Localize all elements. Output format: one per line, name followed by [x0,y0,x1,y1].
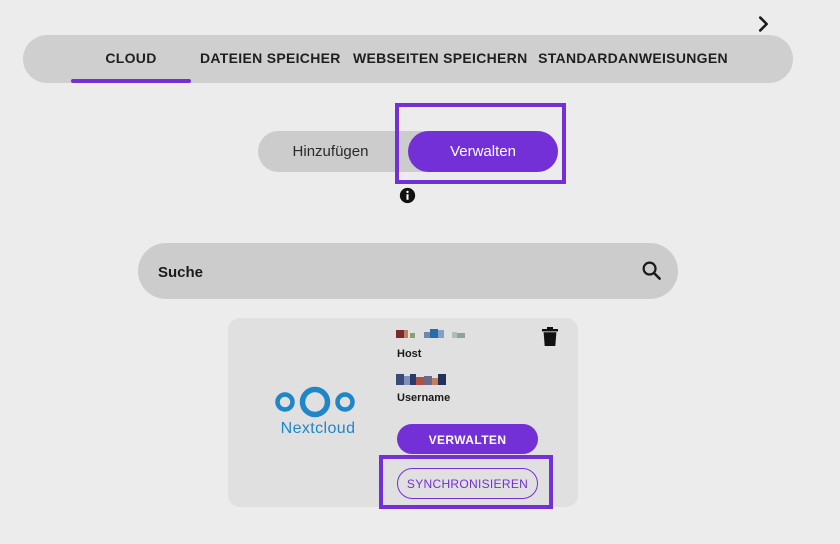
username-label: Username [397,392,451,404]
add-button[interactable]: Hinzufügen [258,131,403,172]
info-icon[interactable] [399,187,416,204]
trash-icon[interactable] [542,327,558,346]
tab-standardanweisungen[interactable]: STANDARDANWEISUNGEN [538,35,728,83]
sync-button[interactable]: SYNCHRONISIEREN [397,468,538,499]
search-bar [138,243,678,301]
nextcloud-logo-text: Nextcloud [280,420,356,437]
tab-bar: CLOUD DATEIEN SPEICHER WEBSEITEN SPEICHE… [23,35,793,83]
manage-account-button[interactable]: VERWALTEN [397,424,538,454]
tab-cloud[interactable]: CLOUD [71,35,191,83]
mode-toggle: Hinzufügen Verwalten [258,131,558,172]
tab-dateien-speicher[interactable]: DATEIEN SPEICHER [200,35,340,83]
search-icon[interactable] [640,259,663,282]
chevron-right-icon[interactable] [752,13,774,35]
host-label: Host [397,348,422,360]
search-input[interactable] [156,243,630,301]
manage-toggle-button[interactable]: Verwalten [408,131,558,172]
tab-webseiten-speichern[interactable]: WEBSEITEN SPEICHERN [353,35,527,83]
